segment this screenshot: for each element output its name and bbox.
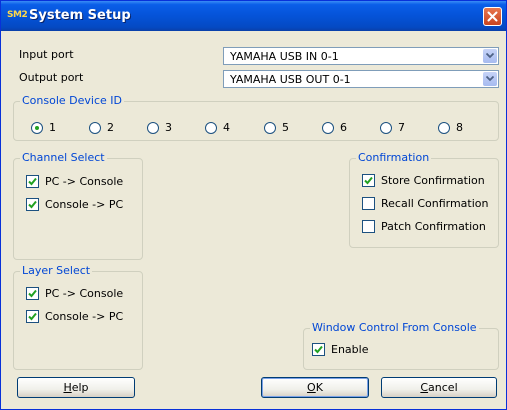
ok-button[interactable]: OK (261, 377, 369, 398)
radio-label: 2 (107, 121, 114, 134)
radio-circle (31, 122, 43, 134)
checkbox-label: PC -> Console (45, 287, 124, 300)
console-device-id-group: Console Device ID 1 2 3 4 5 6 7 8 (13, 94, 499, 141)
confirmation-group: Confirmation Store Confirmation Recall C… (349, 151, 499, 248)
checkbox-box (312, 343, 325, 356)
radio-label: 7 (398, 121, 405, 134)
check-mark-icon (364, 176, 373, 185)
checkbox-box (26, 175, 39, 188)
checkbox-label: Recall Confirmation (381, 197, 489, 210)
window-control-legend: Window Control From Console (310, 321, 479, 334)
radio-circle (147, 122, 159, 134)
check-mark-icon (28, 200, 37, 209)
input-port-label: Input port (19, 48, 74, 61)
radio-circle (89, 122, 101, 134)
output-port-dropdown-button[interactable] (483, 72, 497, 86)
radio-label: 1 (49, 121, 56, 134)
app-logo-icon: SM2 (7, 10, 28, 20)
checkbox-label: Console -> PC (45, 310, 124, 323)
channel-select-legend: Channel Select (20, 151, 107, 164)
confirmation-legend: Confirmation (356, 151, 432, 164)
radio-circle (264, 122, 276, 134)
button-label: elp (71, 381, 89, 394)
checkbox-box (362, 220, 375, 233)
check-mark-icon (28, 312, 37, 321)
button-mnemonic: O (307, 381, 316, 394)
button-mnemonic: C (420, 381, 429, 394)
window-title: System Setup (29, 8, 131, 23)
checkbox-box (26, 310, 39, 323)
button-label: K (315, 381, 323, 394)
radio-label: 3 (165, 121, 172, 134)
channel-select-group: Channel Select PC -> Console Console -> … (13, 151, 143, 260)
radio-label: 4 (223, 121, 230, 134)
window-control-group: Window Control From Console Enable (303, 321, 499, 370)
checkbox-label: Store Confirmation (381, 174, 485, 187)
radio-label: 8 (456, 121, 463, 134)
dialog-body: Input port YAMAHA USB IN 0-1 Output port… (5, 31, 502, 405)
layer-select-legend: Layer Select (20, 264, 93, 277)
chevron-down-icon (486, 53, 494, 59)
input-port-dropdown-button[interactable] (483, 49, 497, 63)
title-bar[interactable]: SM2 System Setup (1, 1, 506, 31)
help-button[interactable]: Help (17, 377, 135, 398)
cancel-button[interactable]: Cancel (381, 377, 497, 398)
checkbox-box (26, 198, 39, 211)
input-port-select[interactable]: YAMAHA USB IN 0-1 (223, 47, 499, 65)
button-label: ancel (428, 381, 458, 394)
checkbox-label: Patch Confirmation (381, 220, 486, 233)
radio-circle (205, 122, 217, 134)
output-port-value: YAMAHA USB OUT 0-1 (230, 73, 351, 86)
output-port-label: Output port (19, 71, 84, 84)
chevron-down-icon (486, 76, 494, 82)
radio-circle (322, 122, 334, 134)
checkbox-label: Console -> PC (45, 198, 124, 211)
checkbox-box (362, 197, 375, 210)
close-button[interactable] (483, 7, 502, 26)
radio-circle (380, 122, 392, 134)
checkbox-label: Enable (331, 343, 369, 356)
output-port-select[interactable]: YAMAHA USB OUT 0-1 (223, 70, 499, 88)
checkbox-box (26, 287, 39, 300)
check-mark-icon (314, 345, 323, 354)
close-icon (487, 11, 498, 22)
input-port-value: YAMAHA USB IN 0-1 (230, 50, 339, 63)
checkbox-label: PC -> Console (45, 175, 124, 188)
radio-label: 6 (340, 121, 347, 134)
radio-circle (438, 122, 450, 134)
check-mark-icon (28, 177, 37, 186)
check-mark-icon (28, 289, 37, 298)
console-device-id-legend: Console Device ID (20, 94, 124, 107)
layer-select-group: Layer Select PC -> Console Console -> PC (13, 264, 143, 370)
radio-label: 5 (282, 121, 289, 134)
radio-selected-dot (35, 126, 39, 130)
system-setup-window: SM2 System Setup Input port YAMAHA USB I… (0, 0, 507, 410)
button-mnemonic: H (63, 381, 72, 394)
checkbox-box (362, 174, 375, 187)
